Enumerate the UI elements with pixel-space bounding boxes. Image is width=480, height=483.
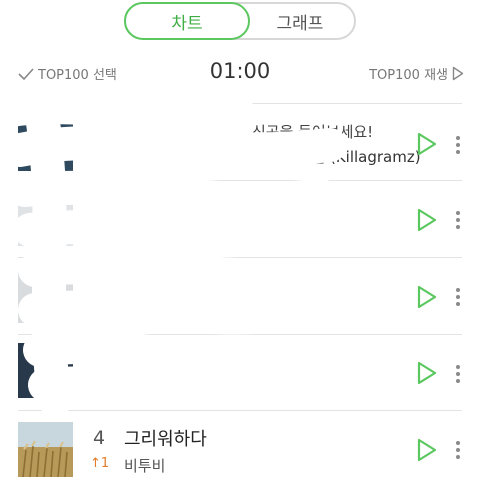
play-outline-icon [452,66,464,81]
more-options-icon[interactable] [455,136,461,156]
more-options-icon[interactable] [455,288,461,308]
list-item[interactable] [0,181,480,257]
banner-artist: 킬라그램 (Killagramz) [270,148,421,166]
album-thumbnail [18,343,73,398]
song-artist: 비투비 [124,457,166,475]
album-thumbnail [18,268,73,323]
chart-graph-toggle: 차트 그래프 [124,2,356,40]
play-icon[interactable] [416,284,438,310]
list-item[interactable]: 4 ↑1 그리워하다 비투비 [0,411,480,483]
more-options-icon[interactable] [455,365,461,385]
list-item[interactable]: 신곡을 들어보세요! 킬라그램 (Killagramz) [0,104,480,180]
control-bar: TOP100 선택 01:00 TOP100 재생 [0,58,480,88]
song-title: 그리워하다 [124,429,207,450]
banner-text: 신곡을 들어보세요! [252,123,374,141]
album-thumbnail [18,422,73,478]
top100-play-button[interactable]: TOP100 재생 [369,64,464,83]
play-icon[interactable] [416,360,438,386]
album-art [18,422,73,478]
play-icon[interactable] [416,207,438,233]
list-item[interactable] [0,335,480,411]
more-options-icon[interactable] [455,441,461,461]
rank-change: ↑1 [90,456,110,471]
album-thumbnail [18,116,73,171]
chart-rank: 4 [93,427,106,449]
tab-chart[interactable]: 차트 [124,2,250,40]
top100-play-label: TOP100 재생 [369,68,448,83]
play-icon[interactable] [416,437,438,463]
more-options-icon[interactable] [455,211,461,231]
list-item[interactable] [0,258,480,334]
album-thumbnail [18,191,73,246]
play-icon[interactable] [416,131,438,157]
tab-graph[interactable]: 그래프 [244,2,356,40]
